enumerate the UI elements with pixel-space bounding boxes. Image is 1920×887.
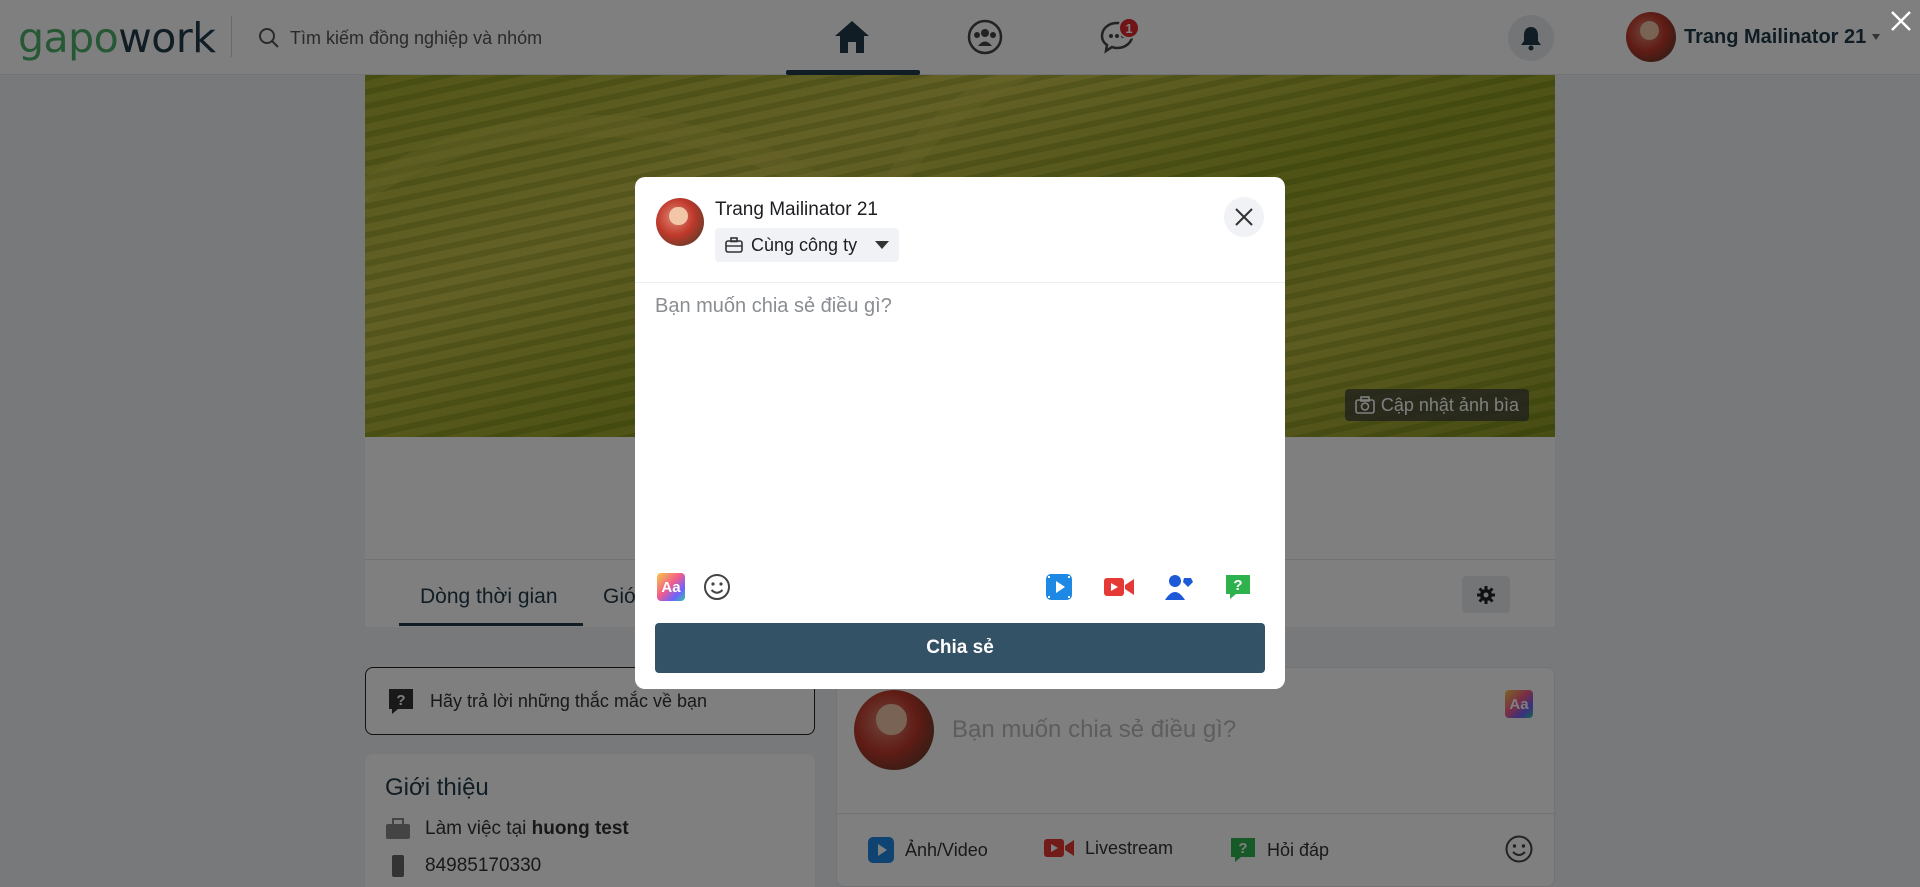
close-icon <box>1891 11 1911 31</box>
emoji-icon <box>704 574 730 600</box>
create-post-modal: Trang Mailinator 21 Cùng công ty Aa ? <box>635 177 1285 689</box>
modal-header: Trang Mailinator 21 Cùng công ty <box>635 177 1285 283</box>
tag-people-button[interactable] <box>1162 570 1196 604</box>
modal-close-button[interactable] <box>1224 197 1264 237</box>
photo-video-icon <box>1046 574 1072 600</box>
text-style-button[interactable]: Aa <box>654 570 688 604</box>
emoji-button[interactable] <box>700 570 734 604</box>
tag-people-icon <box>1165 575 1193 600</box>
modal-author-avatar <box>656 198 704 246</box>
briefcase-icon <box>725 237 743 253</box>
livestream-icon <box>1104 578 1134 596</box>
modal-toolbar: Aa ? <box>635 570 1285 610</box>
qa-button[interactable]: ? <box>1221 570 1255 604</box>
qa-icon: ? <box>1226 575 1250 599</box>
svg-text:?: ? <box>1233 577 1242 594</box>
text-style-icon: Aa <box>657 573 685 601</box>
livestream-button[interactable] <box>1102 570 1136 604</box>
privacy-label: Cùng công ty <box>751 234 858 255</box>
close-icon <box>1235 208 1253 226</box>
modal-author-name: Trang Mailinator 21 <box>715 199 878 220</box>
add-photo-video-button[interactable] <box>1042 570 1076 604</box>
privacy-dropdown[interactable]: Cùng công ty <box>715 228 900 262</box>
post-text-input[interactable] <box>655 295 1265 535</box>
share-button[interactable]: Chia sẻ <box>655 623 1265 673</box>
close-overlay-button[interactable] <box>1886 6 1916 36</box>
dropdown-arrow-icon <box>875 241 890 249</box>
